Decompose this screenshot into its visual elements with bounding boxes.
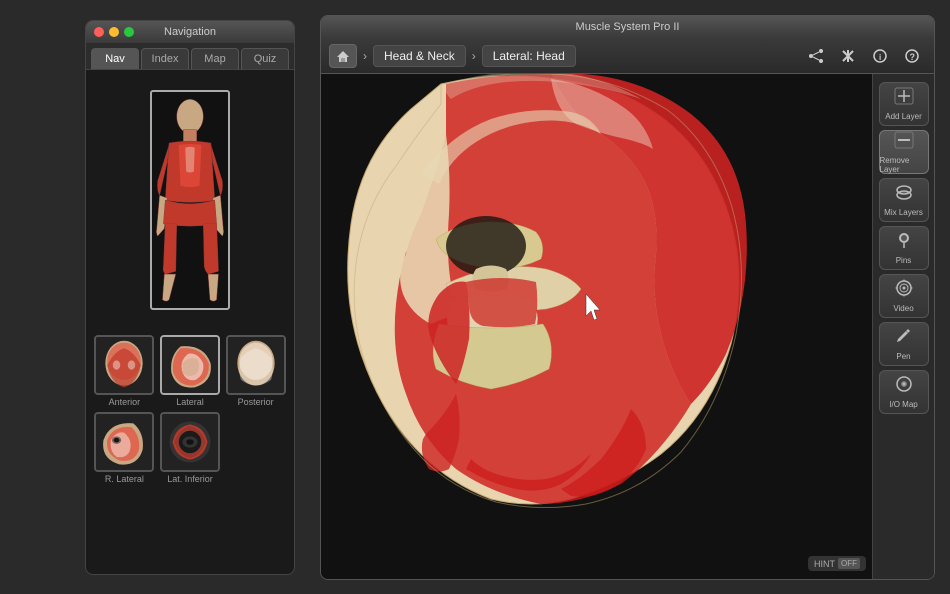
hint-status: OFF	[838, 558, 860, 569]
add-layer-button[interactable]: Add Layer	[879, 82, 929, 126]
lateral-thumbnail[interactable]	[160, 335, 220, 395]
r-lateral-thumbnail[interactable]	[94, 412, 154, 472]
remove-layer-button[interactable]: Remove Layer	[879, 130, 929, 174]
posterior-thumbnail[interactable]	[226, 335, 286, 395]
svg-text:?: ?	[910, 52, 916, 62]
remove-layer-label: Remove Layer	[880, 156, 928, 174]
info-button[interactable]: i	[866, 44, 894, 68]
lateral-label: Lateral	[176, 397, 204, 407]
chevron-1-icon: ›	[363, 49, 367, 63]
tab-map[interactable]: Map	[191, 48, 239, 69]
traffic-lights	[94, 27, 134, 37]
body-thumbnail[interactable]	[150, 90, 230, 310]
home-button[interactable]	[329, 44, 357, 68]
svg-text:i: i	[879, 53, 881, 62]
tab-quiz[interactable]: Quiz	[241, 48, 289, 69]
anterior-label: Anterior	[109, 397, 141, 407]
video-icon	[894, 279, 914, 302]
nav-body-container	[86, 70, 294, 330]
posterior-label: Posterior	[238, 397, 274, 407]
chevron-2-icon: ›	[472, 49, 476, 63]
view-thumb-anterior[interactable]: Anterior	[94, 335, 155, 407]
view-thumb-r-lateral[interactable]: R. Lateral	[94, 412, 155, 484]
breadcrumb-head-neck[interactable]: Head & Neck	[373, 45, 466, 67]
hint-badge[interactable]: HINT OFF	[808, 556, 866, 571]
pen-button[interactable]: Pen	[879, 322, 929, 366]
hint-label: HINT	[814, 559, 835, 569]
tools-sidebar: Add Layer Remove Layer	[872, 74, 934, 579]
nav-tabs: Nav Index Map Quiz	[86, 43, 294, 70]
anterior-thumbnail[interactable]	[94, 335, 154, 395]
io-map-button[interactable]: I/O Map	[879, 370, 929, 414]
remove-layer-icon	[894, 131, 914, 154]
content-area: Add Layer Remove Layer	[321, 74, 934, 579]
view-thumb-posterior[interactable]: Posterior	[225, 335, 286, 407]
main-titlebar: Muscle System Pro II	[321, 16, 934, 38]
nav-titlebar: Navigation	[86, 21, 294, 43]
main-window: Muscle System Pro II › Head & Neck › Lat…	[320, 15, 935, 580]
pins-label: Pins	[896, 256, 912, 265]
help-button[interactable]: ?	[898, 44, 926, 68]
breadcrumb-lateral-head[interactable]: Lateral: Head	[482, 45, 576, 67]
r-lateral-label: R. Lateral	[105, 474, 144, 484]
pins-icon	[894, 231, 914, 254]
minimize-button[interactable]	[109, 27, 119, 37]
pins-button[interactable]: Pins	[879, 226, 929, 270]
video-label: Video	[893, 304, 913, 313]
tab-nav[interactable]: Nav	[91, 48, 139, 69]
tools-button[interactable]	[834, 44, 862, 68]
io-map-icon	[894, 375, 914, 398]
lat-inferior-thumbnail[interactable]	[160, 412, 220, 472]
io-map-label: I/O Map	[889, 400, 917, 409]
view-thumbnails-bottom: R. Lateral Lat. Inferior	[86, 412, 294, 489]
head-3d-view[interactable]	[321, 74, 874, 579]
main-window-title: Muscle System Pro II	[576, 21, 680, 33]
view-thumb-lateral[interactable]: Lateral	[160, 335, 221, 407]
mix-layers-button[interactable]: Mix Layers	[879, 178, 929, 222]
view-thumb-lat-inferior[interactable]: Lat. Inferior	[160, 412, 221, 484]
tab-index[interactable]: Index	[141, 48, 189, 69]
view-thumbnails: Anterior Lateral	[86, 330, 294, 412]
main-toolbar: › Head & Neck › Lateral: Head i	[321, 38, 934, 74]
video-button[interactable]: Video	[879, 274, 929, 318]
view-thumb-empty	[225, 412, 286, 484]
nav-panel-title: Navigation	[164, 26, 216, 38]
share-button[interactable]	[802, 44, 830, 68]
mix-layers-label: Mix Layers	[884, 208, 923, 217]
nav-panel: Navigation Nav Index Map Quiz	[85, 20, 295, 575]
close-button[interactable]	[94, 27, 104, 37]
add-layer-label: Add Layer	[885, 112, 921, 121]
pen-icon	[894, 327, 914, 350]
add-layer-icon	[894, 87, 914, 110]
lat-inferior-label: Lat. Inferior	[167, 474, 213, 484]
maximize-button[interactable]	[124, 27, 134, 37]
mix-layers-icon	[894, 183, 914, 206]
pen-label: Pen	[896, 352, 910, 361]
